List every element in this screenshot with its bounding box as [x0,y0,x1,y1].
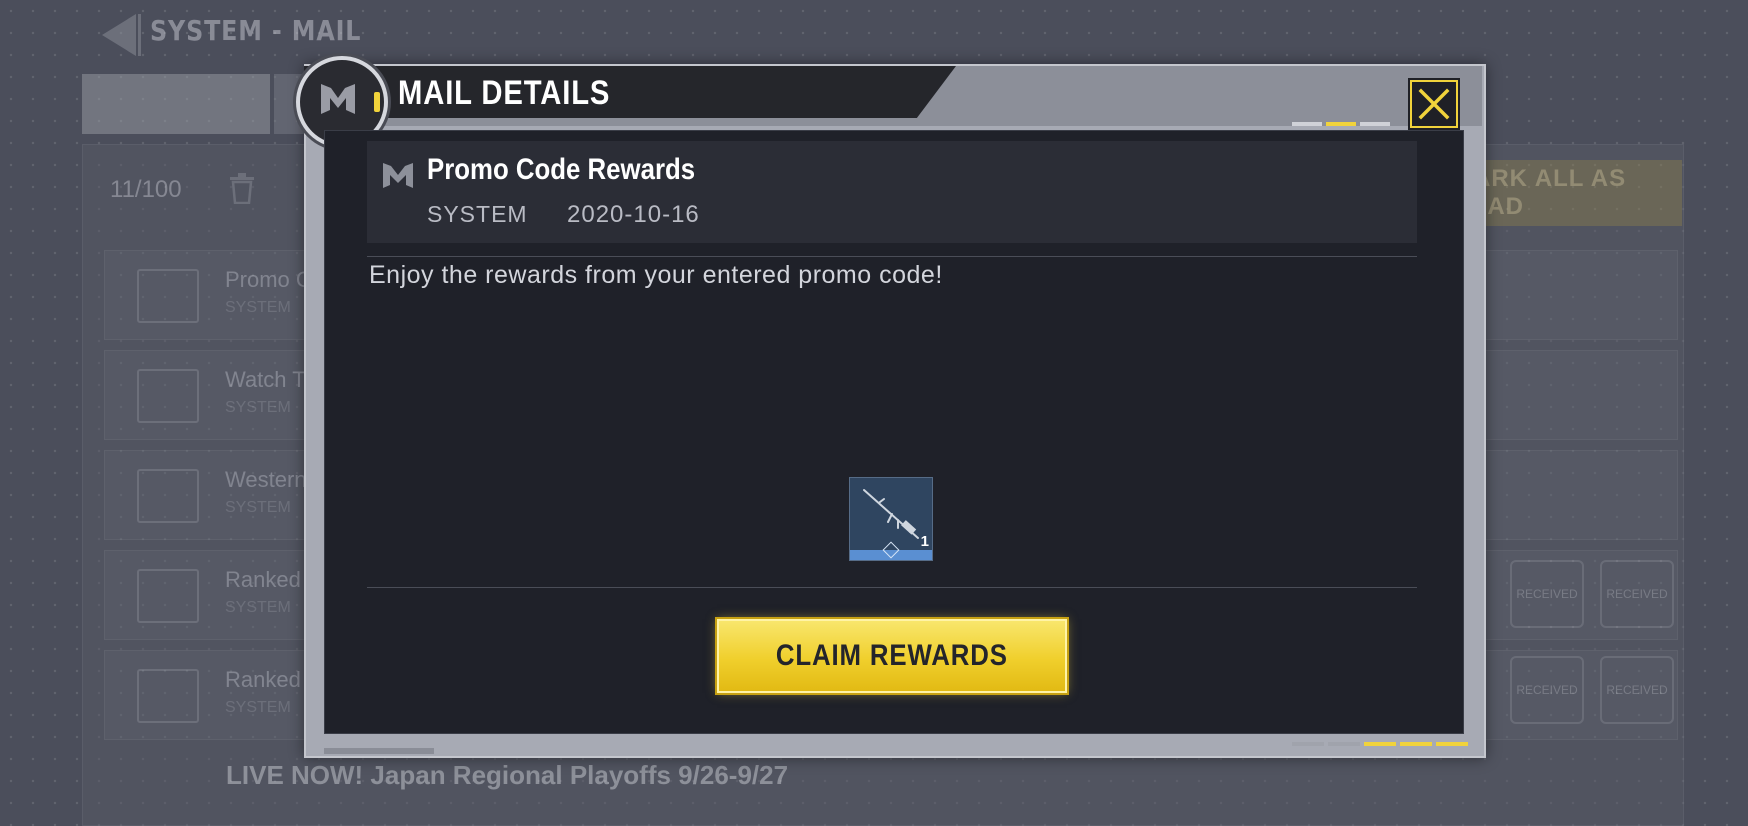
list-item-sender: SYSTEM [225,299,291,316]
envelope-icon [137,669,199,723]
received-badge: RECEIVED [1510,560,1584,628]
received-badge: RECEIVED [1600,560,1674,628]
mail-content-panel: Promo Code Rewards SYSTEM 2020-10-16 Enj… [324,130,1464,734]
emblem-accent [374,92,380,112]
mail-header-box: Promo Code Rewards SYSTEM 2020-10-16 [367,141,1417,243]
received-badge: RECEIVED [1510,656,1584,724]
frame-decoration [1292,742,1468,746]
mail-date: 2020-10-16 [567,201,700,228]
list-item-title: LIVE NOW! Japan Regional Playoffs 9/26-9… [226,760,789,790]
claim-rewards-button[interactable]: CLAIM REWARDS [717,619,1067,693]
frame-decoration [1292,122,1390,126]
reward-item[interactable]: 1 [849,477,933,561]
divider [367,587,1417,588]
system-logo-icon [383,163,413,188]
screen-title: SYSTEM - MAIL [150,14,362,47]
frame-decoration [324,748,434,754]
tab-system[interactable] [82,74,270,134]
list-item-sender: SYSTEM [225,699,291,716]
close-icon [1418,88,1450,120]
list-item-sender: SYSTEM [225,399,291,416]
mark-all-read-button[interactable]: MARK ALL AS READ [1452,160,1682,226]
back-arrow-icon[interactable] [96,10,144,60]
envelope-icon [137,569,199,623]
list-item-sender: SYSTEM [225,599,291,616]
close-button[interactable] [1410,80,1458,128]
reward-quantity: 1 [920,533,929,550]
mail-subject: Promo Code Rewards [427,153,696,186]
envelope-icon [137,369,199,423]
divider [367,256,1417,257]
list-item-sender: SYSTEM [225,499,291,516]
mail-message: Enjoy the rewards from your entered prom… [369,261,943,289]
dialog-title: MAIL DETAILS [398,74,611,112]
claim-rewards-label: CLAIM REWARDS [776,639,1008,672]
trash-icon[interactable] [228,172,256,204]
envelope-icon [137,269,199,323]
rifle-icon [863,489,919,539]
list-item-title: Watch To [225,367,316,392]
mail-count: 11/100 [110,176,182,203]
envelope-icon [137,469,199,523]
received-badge: RECEIVED [1600,656,1674,724]
dialog-header: MAIL DETAILS [304,66,1482,126]
mail-sender: SYSTEM [427,201,528,227]
